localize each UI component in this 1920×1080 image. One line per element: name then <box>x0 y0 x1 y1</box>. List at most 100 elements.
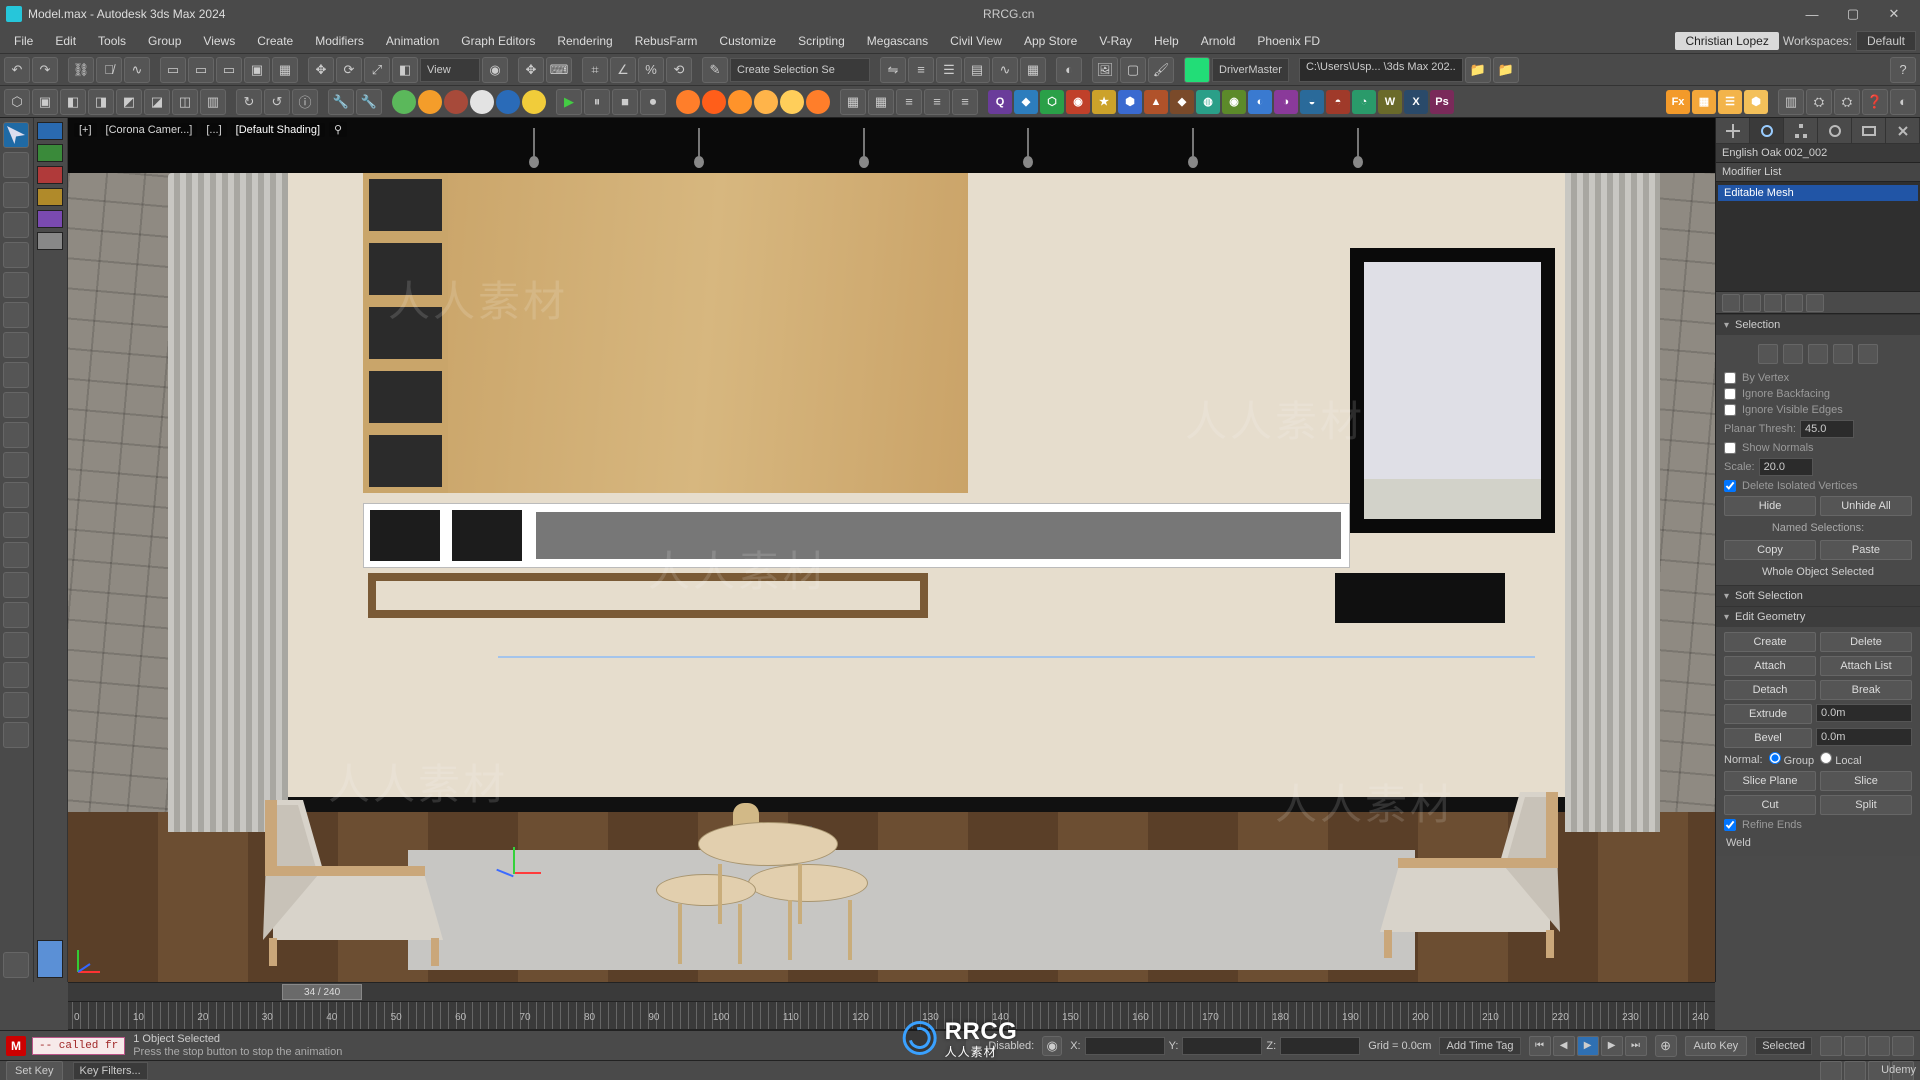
absolute-mode-icon[interactable]: ◉ <box>1042 1036 1062 1056</box>
chk-ignore-backfacing[interactable]: Ignore Backfacing <box>1724 388 1912 400</box>
scale-field[interactable] <box>1759 458 1813 476</box>
selected-object-name[interactable]: English Oak 002_002 <box>1716 144 1920 163</box>
eg-create-button[interactable]: Create <box>1724 632 1816 652</box>
swatch-blue[interactable] <box>37 122 63 140</box>
select-object-button[interactable]: ▭ <box>160 57 186 83</box>
eg-delete-button[interactable]: Delete <box>1820 632 1912 652</box>
menu-group[interactable]: Group <box>138 30 191 52</box>
rollout-selection-header[interactable]: Selection <box>1716 315 1920 335</box>
pt-fire2-icon[interactable] <box>702 90 726 114</box>
pt-misc-3[interactable]: ≡ <box>896 89 922 115</box>
key-target-dropdown[interactable]: Selected <box>1755 1037 1812 1055</box>
swatch-active[interactable] <box>37 940 63 978</box>
fov-button[interactable] <box>1868 1036 1890 1056</box>
z-field[interactable] <box>1280 1037 1360 1055</box>
keyboard-shortcut-button[interactable]: ⌨ <box>546 57 572 83</box>
pt-plugin-f-icon[interactable]: ⬢ <box>1118 90 1142 114</box>
swatch-green[interactable] <box>37 144 63 162</box>
swatch-ochre[interactable] <box>37 188 63 206</box>
pt-misc-2[interactable]: ▦ <box>868 89 894 115</box>
paste-named-sel-button[interactable]: Paste <box>1820 540 1912 560</box>
lt-tool-6[interactable] <box>3 272 29 298</box>
spinner-snap-button[interactable]: ⟲ <box>666 57 692 83</box>
pt-plugin-o-icon[interactable]: ◔ <box>1352 90 1376 114</box>
maximize-button[interactable]: ▢ <box>1833 1 1873 27</box>
pt-plugin-i-icon[interactable]: ◍ <box>1196 90 1220 114</box>
modifier-stack[interactable]: Editable Mesh <box>1716 182 1920 292</box>
eg-normal-group[interactable]: Group <box>1769 752 1815 767</box>
use-pivot-button[interactable]: ◉ <box>482 57 508 83</box>
swatch-red[interactable] <box>37 166 63 184</box>
menu-edit[interactable]: Edit <box>45 30 86 52</box>
pt-tool-8[interactable]: ▥ <box>200 89 226 115</box>
drivermaster-dropdown[interactable]: DriverMaster <box>1212 58 1289 82</box>
pt-rfar-1[interactable]: ▥ <box>1778 89 1804 115</box>
window-crossing-button[interactable]: ▣ <box>244 57 270 83</box>
pt-plugin-e-icon[interactable]: ★ <box>1092 90 1116 114</box>
eg-break-button[interactable]: Break <box>1820 680 1912 700</box>
pt-tool-2[interactable]: ▣ <box>32 89 58 115</box>
menu-animation[interactable]: Animation <box>376 30 449 52</box>
lt-tool-16[interactable] <box>3 572 29 598</box>
material-editor-button[interactable]: ◐ <box>1056 57 1082 83</box>
pt-rfar-3[interactable]: ⛭ <box>1834 89 1860 115</box>
goto-start-button[interactable]: ⏮ <box>1529 1036 1551 1056</box>
set-key-button[interactable]: Set Key <box>6 1061 63 1080</box>
eg-extrude-value[interactable] <box>1816 704 1912 722</box>
pt-wrench-1[interactable]: 🔧 <box>328 89 354 115</box>
eg-slice-plane-button[interactable]: Slice Plane <box>1724 771 1816 791</box>
pt-record-icon[interactable]: ⏺ <box>640 89 666 115</box>
toggle-ribbon-button[interactable]: ▤ <box>964 57 990 83</box>
pt-plugin-m-icon[interactable]: ◒ <box>1300 90 1324 114</box>
help-search-button[interactable]: ? <box>1890 57 1916 83</box>
add-time-tag-button[interactable]: Add Time Tag <box>1439 1037 1520 1055</box>
ref-coord-dropdown[interactable]: View <box>420 58 480 82</box>
pt-fire6-icon[interactable] <box>806 90 830 114</box>
time-slider-handle[interactable]: 34 / 240 <box>282 984 362 1000</box>
menu-graph-editors[interactable]: Graph Editors <box>451 30 545 52</box>
select-manipulate-button[interactable]: ✥ <box>518 57 544 83</box>
selection-lock-icon[interactable] <box>966 1039 980 1053</box>
lt-tool-5[interactable] <box>3 242 29 268</box>
workspace-select[interactable]: Default <box>1856 31 1916 51</box>
schematic-view-button[interactable]: ▦ <box>1020 57 1046 83</box>
menu-customize[interactable]: Customize <box>709 30 786 52</box>
timeline-ruler[interactable]: 0 10 20 30 40 50 60 70 80 90 100 110 120… <box>68 1002 1715 1030</box>
auto-key-button[interactable]: Auto Key <box>1685 1036 1748 1056</box>
bind-spacewarp-button[interactable]: ∿ <box>124 57 150 83</box>
menu-vray[interactable]: V-Ray <box>1089 30 1142 52</box>
zoom-extents-button[interactable] <box>1892 1036 1914 1056</box>
mst-remove-icon[interactable] <box>1785 294 1803 312</box>
pt-tool-1[interactable]: ⬡ <box>4 89 30 115</box>
pt-right-2-icon[interactable]: ▦ <box>1692 90 1716 114</box>
menu-civilview[interactable]: Civil View <box>940 30 1012 52</box>
pt-play-icon[interactable]: ▶ <box>556 89 582 115</box>
lt-tool-20[interactable] <box>3 692 29 718</box>
next-frame-button[interactable]: ▶ <box>1601 1036 1623 1056</box>
eg-slice-button[interactable]: Slice <box>1820 771 1912 791</box>
eg-cut-button[interactable]: Cut <box>1724 795 1816 815</box>
project-path-field[interactable]: C:\Users\Usp... \3ds Max 202.. <box>1299 58 1463 82</box>
placement-button[interactable]: ◧ <box>392 57 418 83</box>
lt-tool-11[interactable] <box>3 422 29 448</box>
percent-snap-button[interactable]: % <box>638 57 664 83</box>
menu-views[interactable]: Views <box>193 30 245 52</box>
select-name-button[interactable]: ▭ <box>188 57 214 83</box>
pt-tool-6[interactable]: ◪ <box>144 89 170 115</box>
menu-modifiers[interactable]: Modifiers <box>305 30 374 52</box>
pt-pause-icon[interactable]: ⏸ <box>584 89 610 115</box>
signed-in-user[interactable]: Christian Lopez <box>1675 32 1778 50</box>
pt-plugin-j-icon[interactable]: ◉ <box>1222 90 1246 114</box>
lt-user-icon[interactable] <box>3 952 29 978</box>
pt-plugin-p-icon[interactable]: W <box>1378 90 1402 114</box>
vp-menu-filter-icon[interactable]: ⚲ <box>329 122 347 137</box>
modifier-list-dropdown[interactable]: Modifier List <box>1716 163 1920 182</box>
move-button[interactable]: ✥ <box>308 57 334 83</box>
so-poly-icon[interactable] <box>1833 344 1853 364</box>
eg-split-button[interactable]: Split <box>1820 795 1912 815</box>
pt-ball-blue-icon[interactable] <box>496 90 520 114</box>
vp-menu-shading[interactable]: [Default Shading] <box>231 123 325 137</box>
so-vertex-icon[interactable] <box>1758 344 1778 364</box>
undo-button[interactable]: ↶ <box>4 57 30 83</box>
pt-plugin-k-icon[interactable]: ◐ <box>1248 90 1272 114</box>
